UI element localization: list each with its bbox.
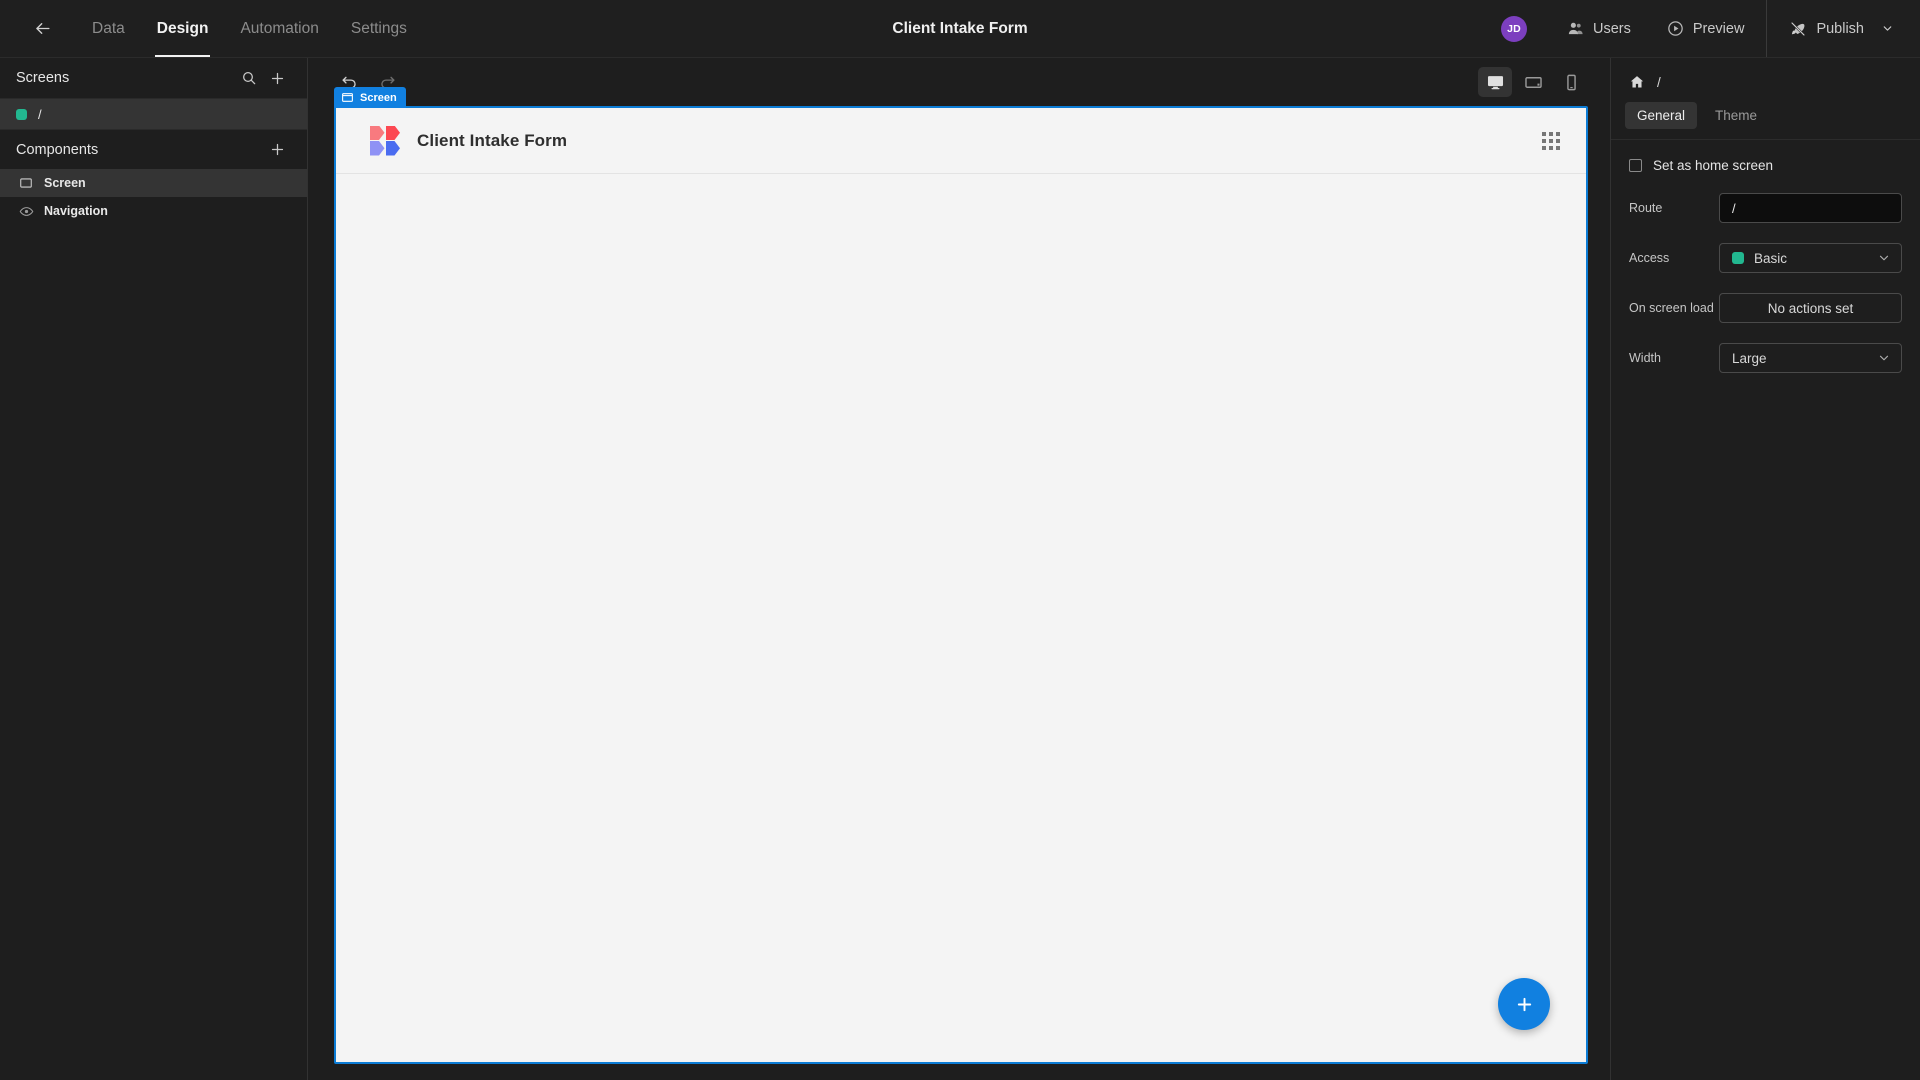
screen-route-label: /: [38, 106, 42, 122]
search-icon: [243, 72, 256, 85]
screen-access-color-dot: [16, 108, 27, 120]
access-value: Basic: [1754, 250, 1788, 266]
width-value: Large: [1732, 350, 1767, 366]
add-screen-button[interactable]: [263, 64, 291, 92]
nav-tab-settings[interactable]: Settings: [335, 0, 423, 57]
component-item-screen[interactable]: Screen: [0, 169, 307, 198]
device-preview-toggle: [1478, 67, 1588, 97]
component-label: Navigation: [44, 204, 108, 219]
grid-dots-icon[interactable]: [1542, 131, 1560, 150]
breadcrumb-route: /: [1657, 74, 1661, 90]
canvas-area: Screen Client Intake Form: [308, 58, 1610, 1080]
screens-list: /: [0, 98, 307, 129]
component-label: Screen: [44, 176, 86, 191]
components-panel-title: Components: [16, 141, 99, 158]
route-input[interactable]: /: [1719, 193, 1902, 223]
top-bar: Data Design Automation Settings Client I…: [0, 0, 1920, 58]
preview-app-body: [336, 174, 1586, 1062]
screen-rect-icon: [342, 93, 353, 102]
users-icon: [1568, 22, 1583, 35]
screen-rect-icon: [18, 176, 34, 190]
component-item-navigation[interactable]: Navigation: [0, 197, 307, 225]
width-label: Width: [1629, 351, 1661, 365]
selected-component-badge[interactable]: Screen: [334, 87, 406, 108]
nav-tab-automation[interactable]: Automation: [224, 0, 334, 57]
top-bar-left: Data Design Automation Settings: [0, 0, 423, 57]
set-as-home-screen-checkbox[interactable]: [1629, 159, 1642, 172]
back-button[interactable]: [22, 9, 62, 49]
screens-search-button[interactable]: [235, 64, 263, 92]
width-select[interactable]: Large: [1719, 343, 1902, 373]
device-mobile-button[interactable]: [1554, 67, 1588, 97]
app-root: Data Design Automation Settings Client I…: [0, 0, 1920, 1080]
route-field-row: Route /: [1629, 193, 1902, 223]
users-button[interactable]: Users: [1549, 0, 1649, 57]
canvas-viewport: Screen Client Intake Form: [308, 87, 1610, 1080]
chevron-down-icon: [1879, 255, 1889, 261]
preview-button[interactable]: Preview: [1649, 0, 1763, 57]
components-panel-header: Components: [0, 129, 307, 169]
plus-icon: [271, 143, 283, 156]
access-select[interactable]: Basic: [1719, 243, 1902, 273]
app-logo-icon: [370, 125, 400, 156]
set-as-home-screen-label: Set as home screen: [1653, 158, 1774, 173]
right-properties-panel: / General Theme Set as home screen Route…: [1610, 58, 1920, 1080]
publish-label: Publish: [1816, 20, 1864, 37]
top-bar-right: JD Users Preview Publish: [1500, 0, 1920, 57]
screens-panel-header: Screens: [0, 58, 307, 98]
desktop-icon: [1487, 75, 1503, 89]
tab-theme[interactable]: Theme: [1703, 102, 1769, 129]
main-body: Screens / Components Screen Navigation S…: [0, 58, 1920, 1080]
route-label: Route: [1629, 201, 1663, 215]
avatar[interactable]: JD: [1500, 15, 1527, 42]
properties-tabs: General Theme: [1611, 96, 1920, 129]
on-screen-load-label: On screen load: [1629, 301, 1714, 315]
left-sidebar: Screens / Components Screen Navigation: [0, 58, 308, 1080]
badge-label: Screen: [360, 91, 397, 104]
add-component-fab[interactable]: [1498, 978, 1550, 1030]
chevron-down-icon: [1883, 26, 1892, 31]
plus-icon: [1517, 997, 1531, 1011]
access-label: Access: [1629, 251, 1670, 265]
access-field-row: Access Basic: [1629, 243, 1902, 273]
on-screen-load-field-row: On screen load No actions set: [1629, 293, 1902, 323]
device-tablet-button[interactable]: [1516, 67, 1550, 97]
device-desktop-button[interactable]: [1478, 67, 1512, 97]
screen-canvas[interactable]: Screen Client Intake Form: [334, 87, 1588, 1064]
home-icon: [1630, 76, 1644, 88]
tab-general[interactable]: General: [1625, 102, 1698, 129]
canvas-toolbar: [308, 58, 1610, 106]
screen-list-item-root[interactable]: /: [0, 99, 307, 129]
mobile-icon: [1566, 74, 1576, 90]
users-label: Users: [1592, 20, 1631, 37]
on-screen-load-button[interactable]: No actions set: [1719, 293, 1902, 323]
eye-icon: [18, 204, 34, 219]
main-nav-tabs: Data Design Automation Settings: [76, 0, 423, 57]
set-as-home-screen-row[interactable]: Set as home screen: [1629, 158, 1902, 173]
preview-app-title: Client Intake Form: [417, 130, 568, 150]
tablet-icon: [1524, 76, 1542, 88]
nav-tab-data[interactable]: Data: [76, 0, 141, 57]
screens-panel-title: Screens: [16, 70, 70, 86]
general-settings-form: Set as home screen Route / Access Basic: [1611, 140, 1920, 373]
rocket-slash-icon: [1791, 21, 1806, 36]
width-field-row: Width Large: [1629, 343, 1902, 373]
plus-icon: [271, 72, 283, 84]
access-color-swatch: [1732, 252, 1744, 264]
arrow-left-icon: [35, 23, 50, 34]
preview-label: Preview: [1692, 20, 1745, 37]
add-component-button[interactable]: [263, 136, 291, 164]
chevron-down-icon: [1879, 355, 1889, 361]
toolbar-divider: [1766, 0, 1768, 57]
breadcrumb: /: [1611, 58, 1920, 96]
nav-tab-design[interactable]: Design: [141, 0, 225, 57]
play-circle-icon: [1668, 21, 1683, 36]
preview-app-header: Client Intake Form: [336, 108, 1586, 174]
publish-button[interactable]: Publish: [1771, 0, 1920, 57]
